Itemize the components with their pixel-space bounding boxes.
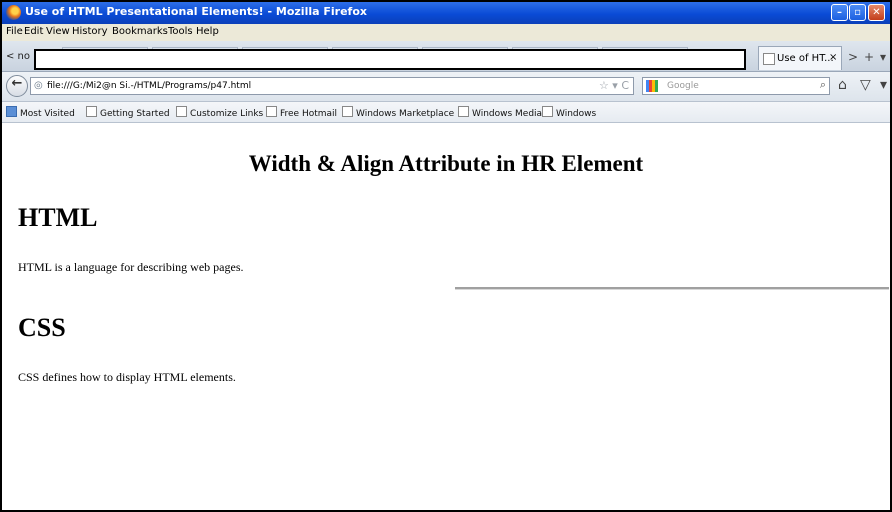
list-tabs-icon[interactable]: ▾ bbox=[880, 50, 886, 64]
css-heading: CSS bbox=[18, 313, 66, 342]
menu-tools[interactable]: Tools bbox=[168, 26, 193, 37]
bookmark-page-icon bbox=[342, 106, 353, 117]
menu-help[interactable]: Help bbox=[196, 26, 219, 37]
redaction-box bbox=[34, 49, 746, 70]
minimize-button[interactable]: – bbox=[831, 4, 848, 21]
bookmark-page-icon bbox=[266, 106, 277, 117]
menu-bar: File Edit View History Bookmarks Tools H… bbox=[2, 24, 890, 41]
menu-view[interactable]: View bbox=[46, 26, 70, 37]
bookmark-most-visited[interactable]: Most Visited bbox=[6, 106, 75, 119]
bookmark-page-icon bbox=[458, 106, 469, 117]
tab-scroll-right-icon[interactable]: > bbox=[848, 50, 858, 64]
search-placeholder: Google bbox=[667, 81, 699, 91]
window-title: Use of HTML Presentational Elements! - M… bbox=[25, 5, 367, 18]
html-heading: HTML bbox=[18, 203, 98, 232]
bookmark-customize-links[interactable]: Customize Links bbox=[176, 106, 263, 119]
url-bar[interactable]: ◎ file:///G:/Mi2@n Si.-/HTML/Programs/p4… bbox=[30, 77, 634, 95]
page-favicon-icon bbox=[763, 53, 775, 65]
bookmark-label: Getting Started bbox=[100, 109, 170, 119]
close-window-button[interactable]: ✕ bbox=[868, 4, 885, 21]
tab-close-icon[interactable]: × bbox=[829, 52, 837, 63]
menu-edit[interactable]: Edit bbox=[24, 26, 43, 37]
tab-active[interactable]: Use of HT... × bbox=[758, 46, 842, 70]
horizontal-rule bbox=[455, 287, 889, 290]
bookmarks-bar: Most Visited Getting Started Customize L… bbox=[2, 102, 890, 123]
bookmark-getting-started[interactable]: Getting Started bbox=[86, 106, 170, 119]
bookmark-windows[interactable]: Windows bbox=[542, 106, 596, 119]
page-title: Width & Align Attribute in HR Element bbox=[248, 151, 644, 176]
firefox-logo-icon bbox=[6, 5, 21, 20]
menu-history[interactable]: History bbox=[72, 26, 108, 37]
menu-file[interactable]: File bbox=[6, 26, 23, 37]
menu-bookmarks[interactable]: Bookmarks bbox=[112, 26, 168, 37]
maximize-button[interactable]: ▫ bbox=[849, 4, 866, 21]
bookmark-page-icon bbox=[176, 106, 187, 117]
tab-active-label: Use of HT... bbox=[777, 53, 834, 64]
home-icon[interactable]: ⌂ bbox=[838, 77, 847, 93]
site-identity-icon[interactable]: ◎ bbox=[34, 80, 43, 91]
html-paragraph: HTML is a language for describing web pa… bbox=[18, 260, 244, 274]
bookmark-page-icon bbox=[542, 106, 553, 117]
bookmark-page-icon bbox=[86, 106, 97, 117]
bookmark-label: Customize Links bbox=[190, 109, 264, 119]
back-button[interactable]: ← bbox=[6, 75, 28, 97]
navigation-bar: ← ◎ file:///G:/Mi2@n Si.-/HTML/Programs/… bbox=[2, 72, 890, 102]
bookmark-label: Windows Marketplace bbox=[356, 109, 455, 119]
pocket-icon[interactable]: ▽ bbox=[860, 77, 871, 93]
bookmark-label: Free Hotmail bbox=[280, 109, 338, 119]
url-text: file:///G:/Mi2@n Si.-/HTML/Programs/p47.… bbox=[47, 81, 252, 91]
google-engine-icon[interactable] bbox=[646, 80, 658, 92]
bookmark-label: Most Visited bbox=[20, 109, 75, 119]
title-bar: Use of HTML Presentational Elements! - M… bbox=[2, 2, 890, 24]
tab-scroll-left[interactable]: < no bbox=[6, 51, 30, 62]
bookmark-star-icon[interactable]: ☆ ▾ C bbox=[599, 79, 629, 92]
bookmark-label: Windows Media bbox=[472, 109, 543, 119]
bookmark-windows-media[interactable]: Windows Media bbox=[458, 106, 542, 119]
tab-strip: < no Use of HT... × > + ▾ bbox=[2, 41, 890, 72]
new-tab-icon[interactable]: + bbox=[864, 50, 874, 64]
menu-dropdown-icon[interactable]: ▾ bbox=[880, 77, 887, 93]
bookmark-label: Windows bbox=[556, 109, 597, 119]
bookmark-windows-marketplace[interactable]: Windows Marketplace bbox=[342, 106, 454, 119]
most-visited-icon bbox=[6, 106, 17, 117]
search-bar[interactable]: Google ⌕ bbox=[642, 77, 830, 95]
search-icon[interactable]: ⌕ bbox=[820, 78, 826, 92]
css-paragraph: CSS defines how to display HTML elements… bbox=[18, 370, 236, 384]
page-content: Width & Align Attribute in HR Element HT… bbox=[2, 123, 890, 510]
browser-window: Use of HTML Presentational Elements! - M… bbox=[0, 0, 892, 512]
bookmark-free-hotmail[interactable]: Free Hotmail bbox=[266, 106, 337, 119]
